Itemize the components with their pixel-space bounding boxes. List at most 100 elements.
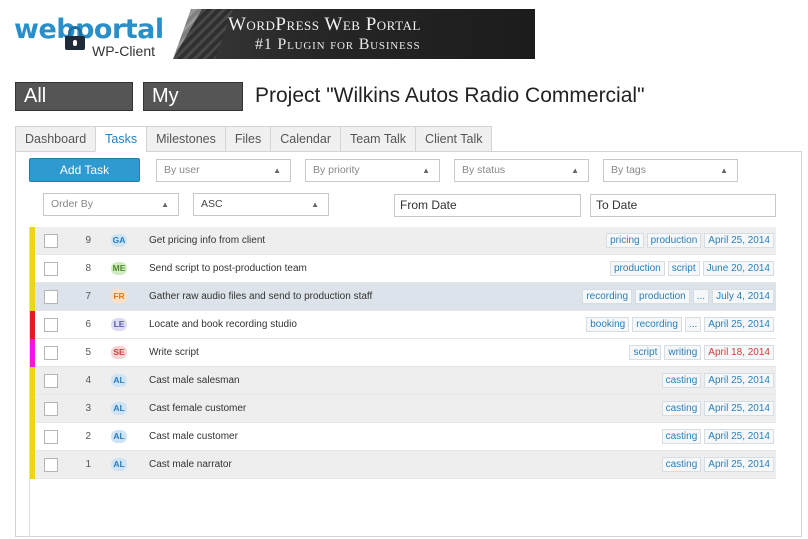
task-checkbox[interactable] xyxy=(44,234,58,248)
task-tag[interactable]: production xyxy=(635,289,690,304)
task-title[interactable]: Gather raw audio files and send to produ… xyxy=(149,283,372,311)
task-tag[interactable]: production xyxy=(610,261,665,276)
task-row[interactable]: 4 AL Cast male salesman casting April 25, 20… xyxy=(29,367,776,395)
project-tabs: Dashboard Tasks Milestones Files Calenda… xyxy=(15,126,493,152)
task-number: 4 xyxy=(85,375,91,386)
tab-client-talk[interactable]: Client Talk xyxy=(415,126,493,152)
task-tag[interactable]: casting xyxy=(661,373,702,388)
task-tag[interactable]: script xyxy=(667,261,700,276)
due-date: April 25, 2014 xyxy=(704,401,774,416)
assignee-avatar[interactable]: GA xyxy=(111,234,127,247)
all-projects-button[interactable]: All Projects xyxy=(15,82,133,134)
tab-files[interactable]: Files xyxy=(224,126,272,152)
task-title[interactable]: Get pricing info from client xyxy=(149,227,265,255)
task-checkbox[interactable] xyxy=(44,458,58,472)
assignee-avatar[interactable]: SE xyxy=(111,346,127,359)
banner-subtitle: #1 Plugin for Business xyxy=(255,36,421,53)
task-checkbox[interactable] xyxy=(44,290,58,304)
assignee-avatar[interactable]: FR xyxy=(111,290,127,303)
list-divider xyxy=(29,227,30,537)
filter-by-priority-select[interactable]: By priority ▲ xyxy=(305,159,440,182)
my-tasks-button[interactable]: My Tasks xyxy=(143,82,243,134)
task-list: 9 GA Get pricing info from client pricing pr… xyxy=(29,227,776,479)
task-row[interactable]: 7 FR Gather raw audio files and send to pr… xyxy=(29,283,776,311)
filter-by-status-select[interactable]: By status ▲ xyxy=(454,159,589,182)
task-title[interactable]: Write script xyxy=(149,339,199,367)
task-checkbox[interactable] xyxy=(44,430,58,444)
webportal-logo[interactable]: webportal WP-Client xyxy=(14,10,164,62)
task-row[interactable]: 3 AL Cast female customer casting April 25, … xyxy=(29,395,776,423)
task-checkbox[interactable] xyxy=(44,318,58,332)
task-tag[interactable]: recording xyxy=(632,317,682,332)
from-date-input[interactable]: From Date xyxy=(394,194,581,217)
logo-subtitle: WP-Client xyxy=(92,43,156,59)
task-checkbox[interactable] xyxy=(44,374,58,388)
task-number: 1 xyxy=(85,459,91,470)
task-title[interactable]: Cast male customer xyxy=(149,423,238,451)
logo-wordmark: webportal xyxy=(14,14,164,45)
more-tags-button[interactable]: ... xyxy=(692,289,710,304)
task-row[interactable]: 5 SE Write script script writing April 18, 20… xyxy=(29,339,776,367)
chevron-up-icon: ▲ xyxy=(273,166,281,175)
tab-milestones[interactable]: Milestones xyxy=(146,126,226,152)
filter-by-user-select[interactable]: By user ▲ xyxy=(156,159,291,182)
task-title[interactable]: Locate and book recording studio xyxy=(149,311,297,339)
task-row[interactable]: 8 ME Send script to post-production team pr… xyxy=(29,255,776,283)
task-number: 6 xyxy=(85,319,91,330)
to-date-input[interactable]: To Date xyxy=(590,194,776,217)
tab-team-talk[interactable]: Team Talk xyxy=(340,126,417,152)
lock-icon xyxy=(65,26,85,50)
task-tag[interactable]: writing xyxy=(664,345,702,360)
more-tags-button[interactable]: ... xyxy=(684,317,702,332)
task-meta: booking recording... April 25, 2014 xyxy=(586,317,774,332)
task-meta: casting April 25, 2014 xyxy=(661,373,774,388)
filter-by-tags-select[interactable]: By tags ▲ xyxy=(603,159,738,182)
task-row[interactable]: 2 AL Cast male customer casting April 25, 20… xyxy=(29,423,776,451)
task-tag[interactable]: booking xyxy=(586,317,630,332)
tab-tasks[interactable]: Tasks xyxy=(95,126,148,152)
task-tag[interactable]: pricing xyxy=(606,233,644,248)
task-checkbox[interactable] xyxy=(44,402,58,416)
task-meta: pricing production April 25, 2014 xyxy=(606,233,774,248)
task-number: 8 xyxy=(85,263,91,274)
assignee-avatar[interactable]: LE xyxy=(111,318,127,331)
assignee-avatar[interactable]: AL xyxy=(111,374,127,387)
task-number: 9 xyxy=(85,235,91,246)
due-date: April 25, 2014 xyxy=(704,373,774,388)
task-row[interactable]: 1 AL Cast male narrator casting April 25, 20… xyxy=(29,451,776,479)
task-title[interactable]: Cast male salesman xyxy=(149,367,240,395)
task-tag[interactable]: recording xyxy=(582,289,633,304)
assignee-avatar[interactable]: AL xyxy=(111,430,127,443)
task-meta: script writing April 18, 2014 xyxy=(629,345,774,360)
task-tag[interactable]: production xyxy=(646,233,702,248)
task-title[interactable]: Cast female customer xyxy=(149,395,246,423)
task-number: 7 xyxy=(85,291,91,302)
task-tag[interactable]: script xyxy=(629,345,662,360)
task-tag[interactable]: casting xyxy=(661,401,702,416)
task-number: 3 xyxy=(85,403,91,414)
due-date: April 25, 2014 xyxy=(704,317,774,332)
task-number: 2 xyxy=(85,431,91,442)
banner-title: WordPress Web Portal xyxy=(228,14,421,35)
task-title[interactable]: Send script to post-production team xyxy=(149,255,307,283)
task-row[interactable]: 9 GA Get pricing info from client pricing pr… xyxy=(29,227,776,255)
task-row[interactable]: 6 LE Locate and book recording studio booki… xyxy=(29,311,776,339)
due-date: June 20, 2014 xyxy=(702,261,774,276)
tab-calendar[interactable]: Calendar xyxy=(270,126,341,152)
assignee-avatar[interactable]: ME xyxy=(111,262,127,275)
task-title[interactable]: Cast male narrator xyxy=(149,451,232,479)
assignee-avatar[interactable]: AL xyxy=(111,458,127,471)
task-tag[interactable]: casting xyxy=(661,429,702,444)
filter-by-priority-label: By priority xyxy=(313,164,360,176)
task-checkbox[interactable] xyxy=(44,262,58,276)
task-checkbox[interactable] xyxy=(44,346,58,360)
due-date: April 18, 2014 xyxy=(704,345,774,360)
page-title: Project "Wilkins Autos Radio Commercial" xyxy=(255,84,645,107)
add-task-button[interactable]: Add Task xyxy=(29,158,140,182)
order-by-select[interactable]: Order By ▲ xyxy=(43,193,179,216)
order-direction-select[interactable]: ASC ▲ xyxy=(193,193,329,216)
tab-dashboard[interactable]: Dashboard xyxy=(15,126,97,152)
task-tag[interactable]: casting xyxy=(661,457,702,472)
assignee-avatar[interactable]: AL xyxy=(111,402,127,415)
promo-banner: WordPress Web Portal #1 Plugin for Busin… xyxy=(173,9,535,59)
